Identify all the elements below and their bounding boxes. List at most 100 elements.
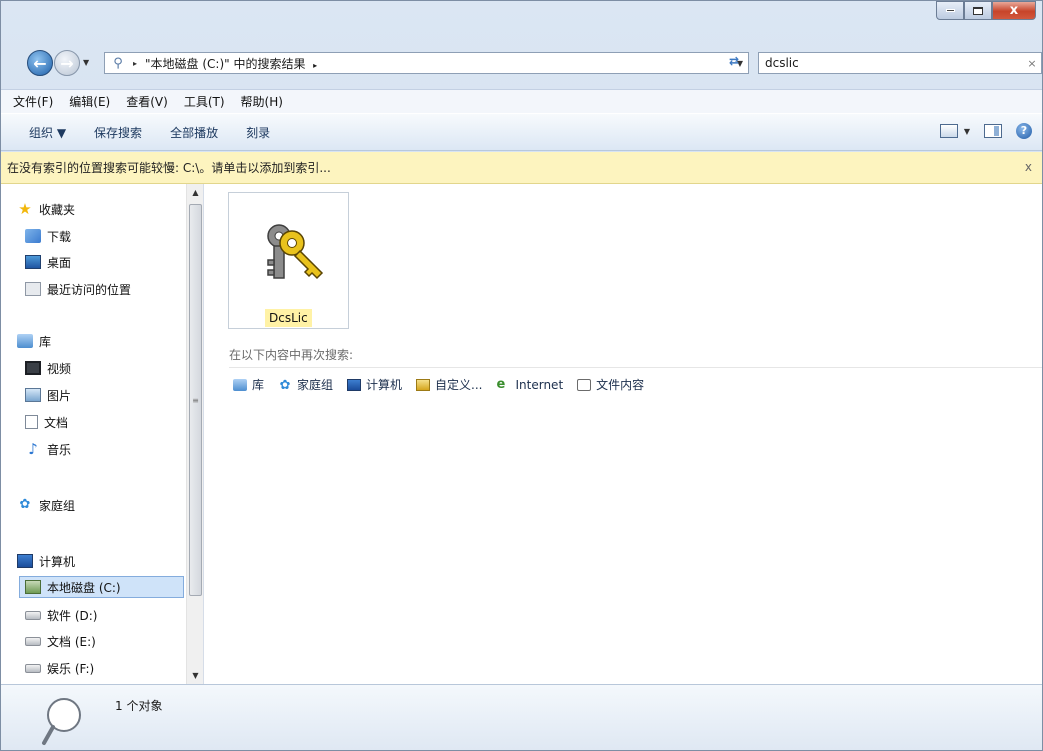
internet-explorer-icon: e bbox=[496, 376, 506, 392]
sidebar-item-drive-f[interactable]: 娱乐 (F:) bbox=[25, 657, 94, 679]
key-icon bbox=[267, 224, 324, 280]
scroll-down-arrow-icon[interactable]: ▼ bbox=[187, 667, 204, 684]
link-label: 库 bbox=[252, 378, 265, 392]
pictures-library-icon bbox=[25, 388, 41, 402]
computer-icon bbox=[347, 378, 362, 391]
search-again-custom-link[interactable]: 自定义... bbox=[416, 376, 483, 393]
scrollbar-thumb[interactable]: ≡ bbox=[189, 204, 202, 596]
custom-folder-icon bbox=[416, 378, 431, 391]
menu-edit[interactable]: 编辑(E) bbox=[69, 93, 110, 110]
burn-button[interactable]: 刻录 bbox=[246, 124, 270, 141]
link-label: 计算机 bbox=[366, 378, 403, 392]
search-again-libraries-link[interactable]: 库 bbox=[233, 376, 264, 393]
breadcrumb-separator[interactable]: ▸ bbox=[133, 59, 137, 68]
view-options-chevron-down-icon[interactable]: ▼ bbox=[964, 127, 970, 136]
search-again-file-contents-link[interactable]: 文件内容 bbox=[577, 376, 644, 393]
search-again-computer-link[interactable]: 计算机 bbox=[347, 376, 402, 393]
breadcrumb-end-separator[interactable]: ▸ bbox=[313, 61, 317, 70]
sidebar-item-computer[interactable]: 计算机 bbox=[17, 550, 75, 572]
scroll-up-arrow-icon[interactable]: ▲ bbox=[187, 184, 204, 201]
breadcrumb-path-text: "本地磁盘 (C:)" 中的搜索结果 bbox=[145, 56, 306, 71]
sidebar-item-videos[interactable]: 视频 bbox=[25, 357, 71, 379]
homegroup-icon: ✿ bbox=[19, 497, 31, 512]
libraries-icon bbox=[17, 334, 33, 348]
documents-library-icon bbox=[25, 415, 38, 429]
close-button[interactable]: x bbox=[992, 1, 1036, 20]
navigation-pane: ★ 收藏夹 下载 桌面 最近访问的位置 库 视频 图片 文档 ♪ 音乐 ✿ 家庭… bbox=[1, 184, 204, 684]
sidebar-item-label: 家庭组 bbox=[39, 498, 76, 513]
sidebar-item-label: 最近访问的位置 bbox=[47, 282, 132, 297]
sidebar-item-label: 音乐 bbox=[47, 442, 72, 457]
sidebar-item-drive-c[interactable]: 本地磁盘 (C:) bbox=[19, 576, 184, 598]
magnifier-icon bbox=[42, 698, 81, 745]
sidebar-scrollbar[interactable]: ▲ ≡ ▼ bbox=[186, 184, 203, 684]
minimize-icon bbox=[945, 9, 955, 12]
computer-icon bbox=[17, 554, 33, 568]
sidebar-item-desktop[interactable]: 桌面 bbox=[25, 251, 71, 273]
libraries-icon bbox=[233, 378, 247, 391]
title-bar: x bbox=[1, 1, 1042, 45]
info-bar-close-button[interactable]: x bbox=[1025, 160, 1032, 174]
address-bar[interactable]: ⚲ ▸ "本地磁盘 (C:)" 中的搜索结果 ▸ ▼ bbox=[104, 52, 749, 74]
link-label: 家庭组 bbox=[297, 378, 334, 392]
music-note-icon: ♪ bbox=[28, 440, 38, 458]
hard-drive-icon bbox=[25, 663, 41, 673]
menu-view[interactable]: 查看(V) bbox=[126, 93, 168, 110]
sidebar-item-favorites[interactable]: ★ 收藏夹 bbox=[17, 198, 75, 220]
menu-tools[interactable]: 工具(T) bbox=[184, 93, 225, 110]
sidebar-item-libraries[interactable]: 库 bbox=[17, 330, 51, 352]
menu-help[interactable]: 帮助(H) bbox=[241, 93, 283, 110]
sidebar-item-recent-places[interactable]: 最近访问的位置 bbox=[25, 278, 131, 300]
organize-button[interactable]: 组织 ▼ bbox=[29, 124, 66, 141]
search-again-homegroup-link[interactable]: ✿ 家庭组 bbox=[278, 376, 333, 393]
toolbar-right-group: ▼ ? bbox=[926, 123, 1032, 139]
sidebar-item-documents[interactable]: 文档 bbox=[25, 411, 68, 433]
breadcrumb-path[interactable]: "本地磁盘 (C:)" 中的搜索结果 ▸ bbox=[145, 55, 732, 72]
search-again-internet-link[interactable]: e Internet bbox=[497, 378, 564, 392]
address-row: ← → ▼ ⚲ ▸ "本地磁盘 (C:)" 中的搜索结果 ▸ ▼ ⇄ dcsli… bbox=[1, 45, 1042, 79]
sidebar-item-music[interactable]: ♪ 音乐 bbox=[25, 438, 71, 460]
search-input[interactable]: dcslic bbox=[765, 56, 1023, 70]
file-thumbnail bbox=[234, 198, 343, 307]
link-label: 自定义... bbox=[435, 378, 483, 392]
menu-file[interactable]: 文件(F) bbox=[13, 93, 53, 110]
history-dropdown-button[interactable]: ▼ bbox=[83, 58, 89, 67]
minimize-button[interactable] bbox=[936, 1, 964, 20]
sidebar-item-homegroup[interactable]: ✿ 家庭组 bbox=[17, 494, 75, 516]
sidebar-item-drive-e[interactable]: 文档 (E:) bbox=[25, 630, 96, 652]
sidebar-item-label: 本地磁盘 (C:) bbox=[47, 580, 121, 595]
sidebar-item-pictures[interactable]: 图片 bbox=[25, 384, 71, 406]
video-library-icon bbox=[25, 361, 41, 375]
close-icon: x bbox=[1009, 3, 1019, 18]
refresh-button[interactable]: ⇄ bbox=[723, 54, 745, 72]
file-name-label: DcsLic bbox=[265, 309, 312, 327]
maximize-button[interactable] bbox=[964, 1, 992, 20]
maximize-icon bbox=[973, 6, 983, 15]
clear-search-button[interactable]: × bbox=[1023, 57, 1041, 70]
sidebar-item-label: 软件 (D:) bbox=[47, 608, 98, 623]
system-drive-icon bbox=[25, 580, 41, 594]
preview-pane-icon[interactable] bbox=[984, 124, 1002, 138]
details-pane: 1 个对象 bbox=[1, 684, 1042, 750]
forward-button[interactable]: → bbox=[54, 50, 80, 76]
homegroup-icon: ✿ bbox=[279, 377, 291, 393]
index-info-bar[interactable]: 在没有索引的位置搜索可能较慢: C:\。请单击以添加到索引... x bbox=[1, 152, 1042, 184]
arrow-right-icon: → bbox=[60, 53, 74, 73]
save-search-button[interactable]: 保存搜索 bbox=[94, 124, 142, 141]
change-view-icon[interactable] bbox=[939, 124, 958, 138]
sidebar-item-drive-d[interactable]: 软件 (D:) bbox=[25, 604, 97, 626]
help-icon[interactable]: ? bbox=[1016, 123, 1032, 139]
star-icon: ★ bbox=[18, 200, 32, 218]
search-again-links: 库 ✿ 家庭组 计算机 自定义... e Internet 文件内容 bbox=[233, 376, 658, 393]
explorer-window: x ← → ▼ ⚲ ▸ "本地磁盘 (C:)" 中的搜索结果 ▸ ▼ ⇄ dcs… bbox=[0, 0, 1043, 751]
file-item[interactable]: DcsLic bbox=[228, 192, 349, 329]
sidebar-item-label: 收藏夹 bbox=[39, 202, 76, 217]
sidebar-item-downloads[interactable]: 下载 bbox=[25, 225, 71, 247]
back-button[interactable]: ← bbox=[27, 50, 53, 76]
search-box[interactable]: dcslic × bbox=[758, 52, 1042, 74]
search-results-pane: DcsLic 在以下内容中再次搜索: 库 ✿ 家庭组 计算机 自定义... e In… bbox=[204, 184, 1042, 684]
sidebar-item-label: 桌面 bbox=[47, 255, 72, 270]
link-label: Internet bbox=[515, 377, 564, 392]
hard-drive-icon bbox=[25, 636, 41, 646]
play-all-button[interactable]: 全部播放 bbox=[170, 124, 218, 141]
